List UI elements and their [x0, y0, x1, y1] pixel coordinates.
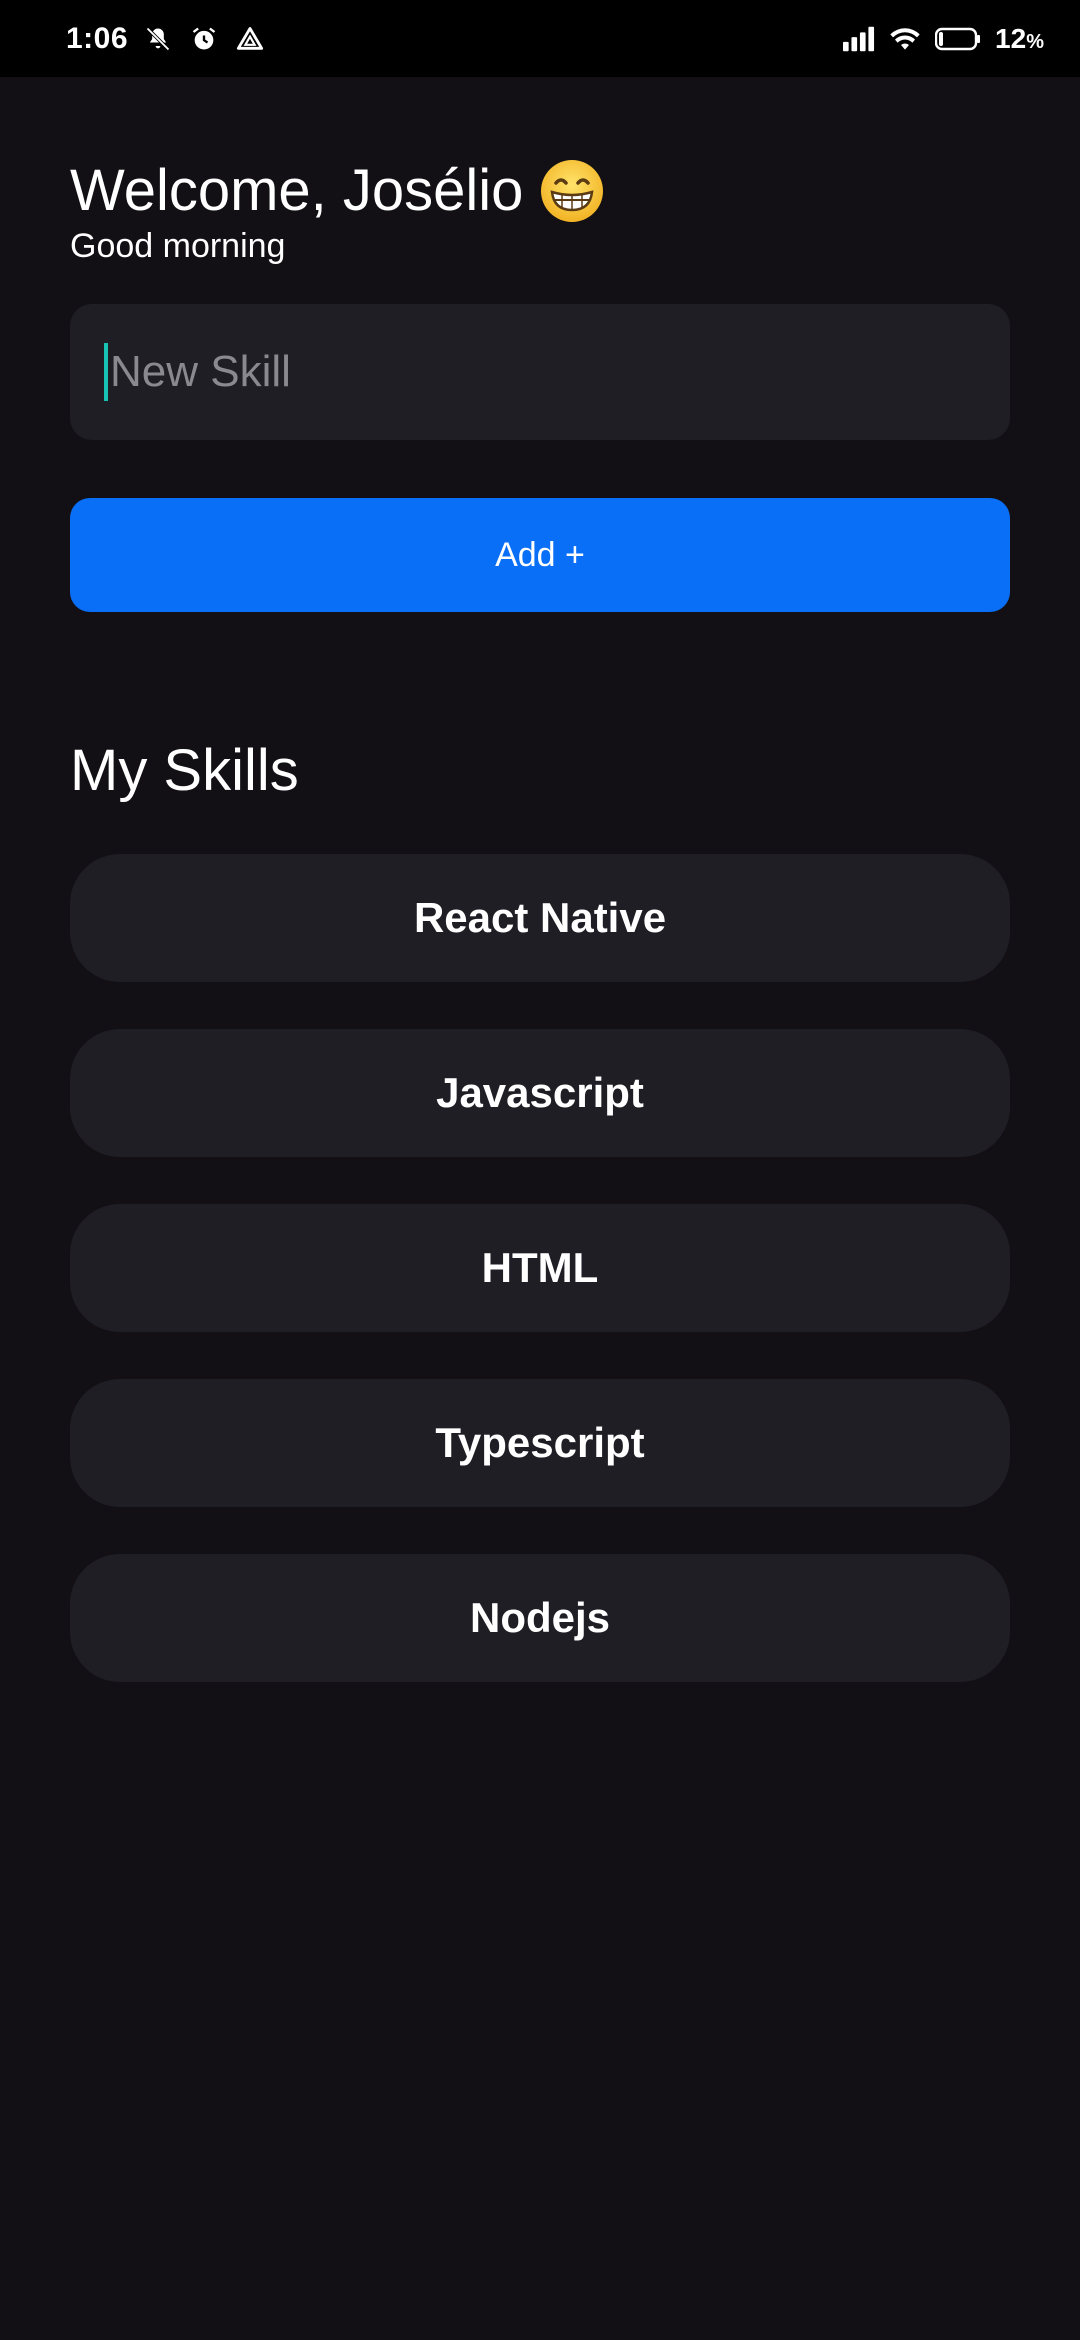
new-skill-input[interactable]: New Skill [70, 304, 1010, 440]
alarm-icon [188, 23, 220, 55]
new-skill-placeholder: New Skill [110, 347, 291, 396]
mute-icon [142, 23, 174, 55]
skill-card[interactable]: Nodejs [70, 1554, 1010, 1682]
signal-icon [843, 23, 875, 55]
skill-name: Javascript [436, 1069, 644, 1116]
status-time: 1:06 [66, 21, 129, 55]
skill-name: HTML [481, 1244, 599, 1291]
welcome-title: Welcome, Josélio [70, 157, 605, 224]
skill-card[interactable]: HTML [70, 1204, 1010, 1332]
battery-percentage: 12% [995, 23, 1044, 55]
battery-value: 12 [995, 22, 1027, 54]
battery-unit: % [1026, 30, 1044, 53]
skill-card[interactable]: Typescript [70, 1379, 1010, 1507]
skill-name: Nodejs [469, 1594, 611, 1641]
my-skills-title: My Skills [70, 738, 299, 803]
battery-icon [935, 23, 981, 55]
skill-name: Typescript [435, 1419, 645, 1466]
skill-name: React Native [413, 894, 667, 941]
skills-list: React Native Javascript HTML Typescript … [70, 854, 1010, 1682]
status-right: 12% [843, 23, 1044, 55]
grinning-face-icon [539, 158, 605, 224]
status-left: 1:06 [66, 22, 266, 56]
welcome-text: Welcome, Josélio [70, 158, 524, 223]
add-skill-button[interactable]: Add + [70, 498, 1010, 612]
text-caret [104, 343, 108, 401]
skill-card[interactable]: React Native [70, 854, 1010, 982]
status-bar: 1:06 12% [0, 0, 1080, 77]
skill-card[interactable]: Javascript [70, 1029, 1010, 1157]
wifi-icon [889, 23, 921, 55]
greeting-subtitle: Good morning [70, 227, 286, 265]
drive-icon [234, 23, 266, 55]
